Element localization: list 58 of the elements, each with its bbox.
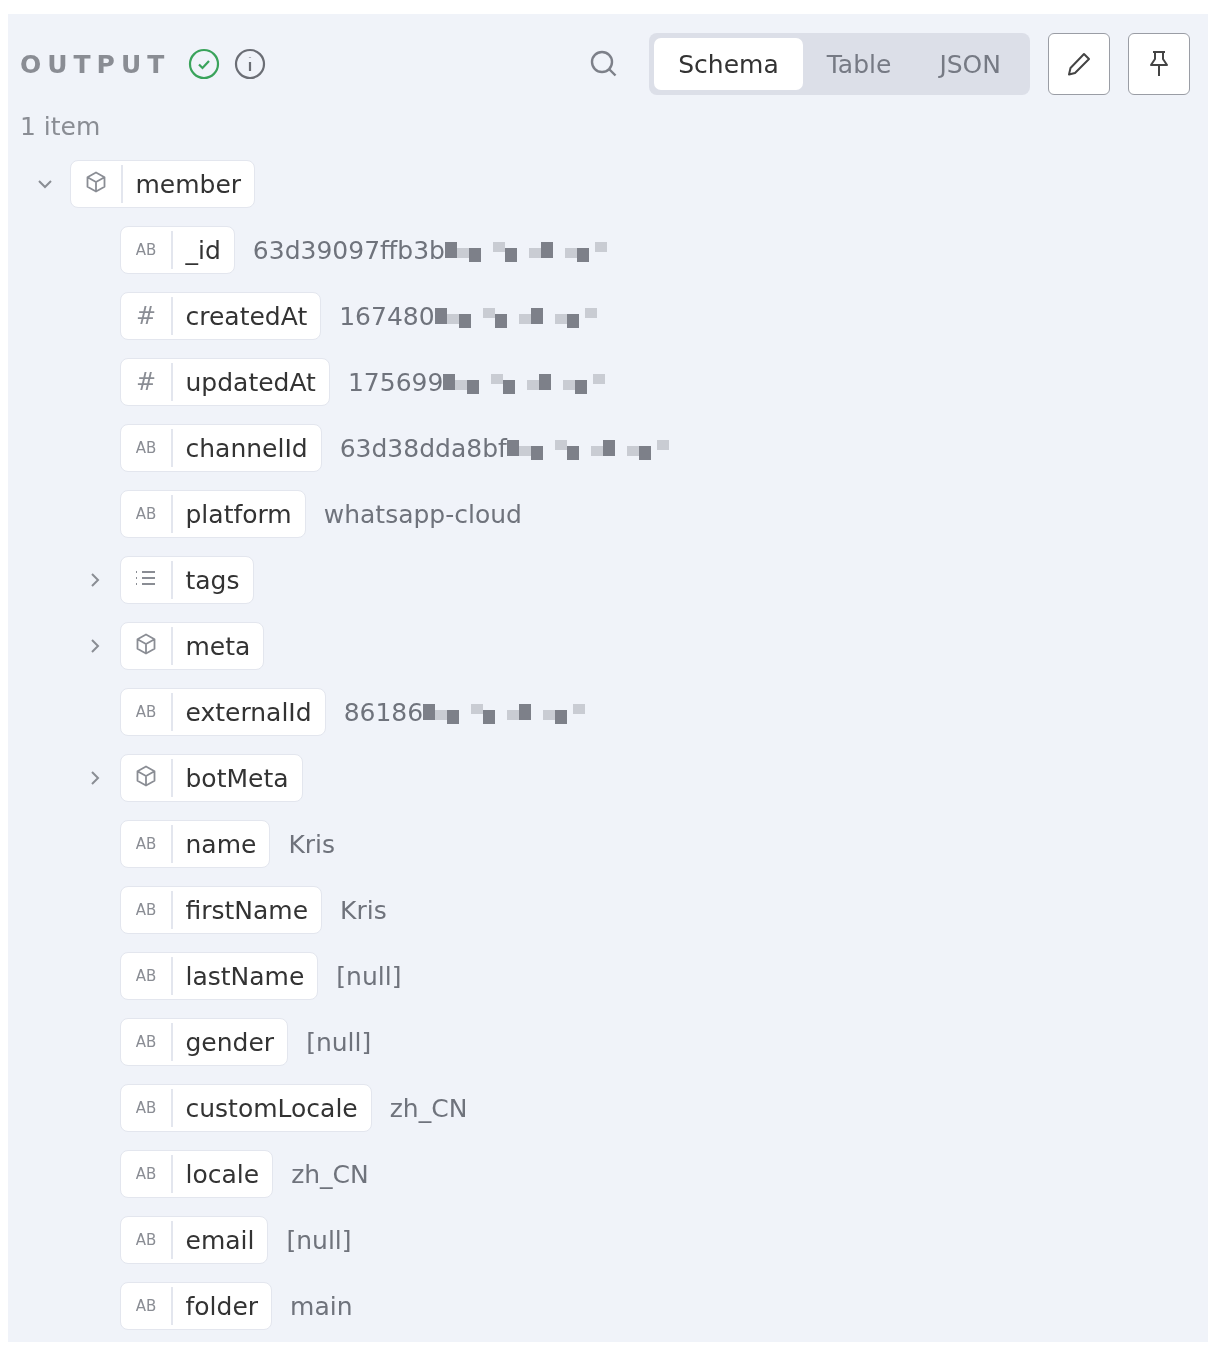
string-type-icon: AB — [121, 1231, 171, 1249]
field-key[interactable]: AB _id — [120, 226, 235, 274]
cube-icon — [84, 170, 108, 194]
field-key[interactable]: AB firstName — [120, 886, 323, 934]
edit-button[interactable] — [1048, 33, 1110, 95]
string-type-icon: AB — [121, 901, 171, 919]
string-type-icon: AB — [121, 241, 171, 259]
check-circle-icon — [188, 48, 221, 80]
string-type-icon: AB — [121, 967, 171, 985]
info-icon[interactable] — [234, 48, 267, 80]
field-value: [null] — [306, 1027, 372, 1057]
string-type-icon: AB — [121, 1297, 171, 1315]
field-value: 86186 — [343, 697, 424, 727]
string-type-icon: AB — [121, 505, 171, 523]
view-tab[interactable]: Schema — [654, 38, 803, 90]
list-icon — [134, 568, 158, 588]
field-value: 63d39097ffb3b — [252, 235, 445, 265]
field-key[interactable]: AB externalId — [120, 688, 326, 736]
field-key[interactable]: # updatedAt — [120, 358, 330, 406]
field-key[interactable]: AB email — [120, 1216, 269, 1264]
pencil-icon — [1065, 50, 1093, 78]
field-value: [null] — [336, 961, 402, 991]
field-key[interactable]: # createdAt — [120, 292, 322, 340]
field-key[interactable]: tags — [120, 556, 254, 604]
field-value: 167480 — [339, 301, 435, 331]
field-key[interactable]: AB name — [120, 820, 271, 868]
string-type-icon: AB — [121, 439, 171, 457]
string-type-icon: AB — [121, 1165, 171, 1183]
field-value: main — [290, 1291, 353, 1321]
field-key[interactable]: AB customLocale — [120, 1084, 372, 1132]
field-key[interactable]: AB channelId — [120, 424, 322, 472]
field-key[interactable]: AB platform — [120, 490, 306, 538]
string-type-icon: AB — [121, 835, 171, 853]
field-key[interactable]: AB lastName — [120, 952, 319, 1000]
field-value: 63d38dda8bf — [339, 433, 507, 463]
string-type-icon: AB — [121, 1099, 171, 1117]
item-count: 1 item — [20, 112, 102, 141]
cube-icon — [134, 764, 158, 788]
number-type-icon: # — [121, 368, 171, 396]
pin-button[interactable] — [1128, 33, 1190, 95]
field-key[interactable]: meta — [120, 622, 265, 670]
string-type-icon: AB — [121, 703, 171, 721]
number-type-icon: # — [121, 302, 171, 330]
field-key[interactable]: botMeta — [120, 754, 303, 802]
field-value: whatsapp-cloud — [323, 499, 522, 529]
field-value: Kris — [340, 895, 387, 925]
field-value: Kris — [288, 829, 336, 859]
field-key[interactable]: AB locale — [120, 1150, 274, 1198]
field-value: zh_CN — [291, 1159, 369, 1189]
field-key[interactable]: member — [70, 160, 256, 208]
field-key[interactable]: AB gender — [120, 1018, 289, 1066]
field-value: zh_CN — [389, 1093, 468, 1123]
field-value: [null] — [286, 1225, 352, 1255]
field-value: 175699 — [347, 367, 444, 397]
field-key[interactable]: AB folder — [120, 1282, 273, 1330]
string-type-icon: AB — [121, 1033, 171, 1051]
cube-icon — [134, 632, 158, 656]
panel-title: OUTPUT — [20, 49, 171, 79]
